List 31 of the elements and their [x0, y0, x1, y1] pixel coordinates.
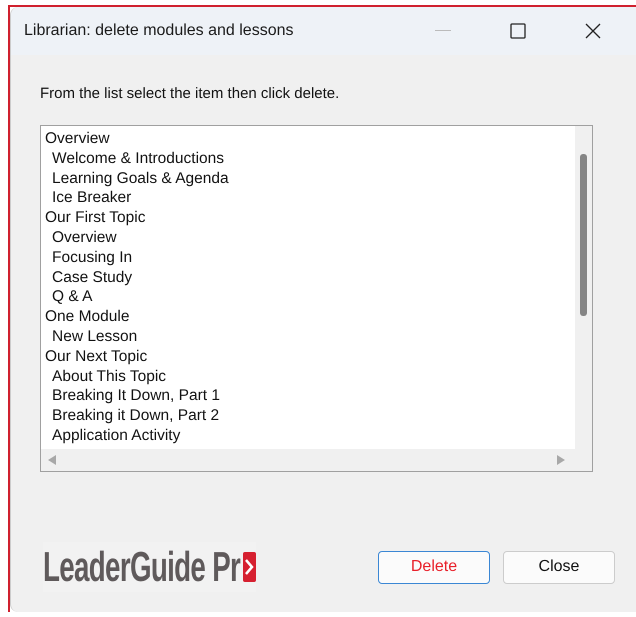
list-item[interactable]: Overview — [45, 129, 110, 149]
logo-text: LeaderGuide Pr — [43, 544, 240, 590]
horizontal-scrollbar[interactable] — [41, 449, 592, 471]
list-item[interactable]: Case Study — [45, 268, 132, 288]
list-item[interactable]: New Lesson — [45, 326, 138, 347]
list-item[interactable]: Our Next Topic — [45, 346, 148, 367]
scroll-right-icon[interactable] — [557, 455, 565, 465]
list-item[interactable]: About This Topic — [45, 366, 166, 386]
scrollbar-thumb[interactable] — [580, 154, 587, 316]
list-item[interactable]: One Module — [45, 307, 130, 327]
list-item[interactable]: Application Activity — [45, 426, 180, 446]
window-title: Librarian: delete modules and lessons — [24, 22, 294, 40]
list-item[interactable]: Ice Breaker — [45, 188, 132, 208]
dialog-button[interactable]: Close — [503, 550, 615, 584]
list-item[interactable]: Our First Topic — [45, 208, 146, 228]
vertical-scrollbar[interactable] — [575, 126, 592, 449]
list-item[interactable]: Breaking It Down, Part 1 — [45, 386, 220, 406]
close-icon — [585, 23, 601, 39]
list-item[interactable]: Breaking it Down, Part 2 — [45, 406, 220, 426]
instruction-text: From the list select the item then click delete. — [40, 85, 340, 102]
list-item[interactable]: Overview — [45, 228, 117, 248]
list-item[interactable]: Learning Goals & Agenda — [45, 168, 229, 188]
maximize-icon — [510, 23, 526, 39]
list-item[interactable]: Focusing In — [45, 248, 132, 268]
list-item[interactable]: Welcome & Introductions — [45, 148, 224, 169]
dialog-button[interactable]: Delete — [378, 550, 490, 584]
item-list[interactable] — [40, 125, 593, 472]
scroll-left-icon[interactable] — [48, 455, 56, 465]
minimize-icon — [435, 30, 451, 32]
list-item[interactable]: Q & A — [45, 287, 92, 308]
chevron-logo-icon — [243, 552, 256, 582]
